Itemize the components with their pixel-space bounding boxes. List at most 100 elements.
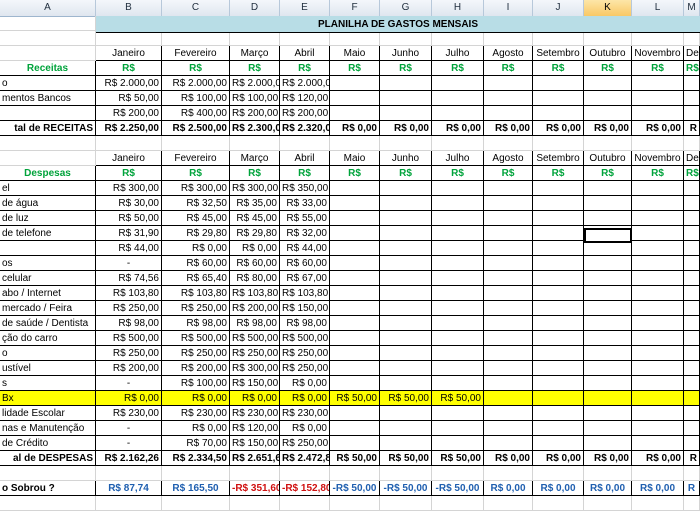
despesa-empty[interactable] xyxy=(684,436,700,451)
receita-empty[interactable] xyxy=(484,91,533,106)
despesa-empty[interactable] xyxy=(432,346,484,361)
despesa-empty[interactable] xyxy=(380,226,432,241)
despesa-value[interactable]: R$ 300,00 xyxy=(230,181,280,196)
despesa-label[interactable]: os xyxy=(0,256,96,271)
despesa-empty[interactable] xyxy=(432,256,484,271)
despesa-empty[interactable] xyxy=(584,211,632,226)
receitas-total[interactable]: R$ 2.300,00 xyxy=(230,121,280,136)
receita-empty[interactable] xyxy=(432,106,484,121)
despesa-empty[interactable] xyxy=(684,256,700,271)
despesa-value[interactable]: R$ 250,00 xyxy=(230,346,280,361)
despesa-empty[interactable] xyxy=(632,271,684,286)
month-header[interactable]: De xyxy=(684,46,700,61)
month-header[interactable]: De xyxy=(684,151,700,166)
despesa-empty[interactable] xyxy=(330,316,380,331)
despesas-total[interactable]: R$ 2.472,80 xyxy=(280,451,330,466)
sobrou-value[interactable]: R$ 0,00 xyxy=(584,481,632,496)
despesa-value[interactable]: - xyxy=(96,436,162,451)
despesa-label[interactable]: lidade Escolar xyxy=(0,406,96,421)
receita-value[interactable]: R$ 200,00 xyxy=(96,106,162,121)
receita-empty[interactable] xyxy=(533,106,584,121)
despesa-value[interactable]: R$ 500,00 xyxy=(230,331,280,346)
despesa-value[interactable]: - xyxy=(96,421,162,436)
receita-empty[interactable] xyxy=(684,106,700,121)
despesa-empty[interactable] xyxy=(330,361,380,376)
sobrou-value[interactable]: -R$ 50,00 xyxy=(432,481,484,496)
despesa-empty[interactable] xyxy=(684,226,700,241)
month-header[interactable]: Agosto xyxy=(484,46,533,61)
despesa-empty[interactable] xyxy=(684,271,700,286)
despesa-value[interactable]: R$ 55,00 xyxy=(280,211,330,226)
receita-empty[interactable] xyxy=(584,76,632,91)
receita-empty[interactable] xyxy=(533,76,584,91)
active-cell-cursor[interactable] xyxy=(584,228,632,243)
despesa-empty[interactable] xyxy=(533,346,584,361)
column-header-e[interactable]: E xyxy=(280,0,330,16)
receitas-total[interactable]: R$ 2.320,00 xyxy=(280,121,330,136)
despesa-value[interactable]: R$ 200,00 xyxy=(162,361,230,376)
despesa-empty[interactable] xyxy=(330,181,380,196)
despesa-empty[interactable] xyxy=(484,241,533,256)
column-header-d[interactable]: D xyxy=(230,0,280,16)
despesa-label[interactable]: celular xyxy=(0,271,96,286)
despesa-value[interactable]: R$ 500,00 xyxy=(280,331,330,346)
despesa-empty[interactable] xyxy=(584,391,632,406)
despesa-value[interactable]: R$ 200,00 xyxy=(96,361,162,376)
despesa-empty[interactable] xyxy=(330,301,380,316)
despesa-empty[interactable] xyxy=(533,331,584,346)
despesas-total[interactable]: R$ 0,00 xyxy=(584,451,632,466)
despesa-label[interactable]: de Crédito xyxy=(0,436,96,451)
despesa-label[interactable]: mercado / Feira xyxy=(0,301,96,316)
month-header[interactable]: Junho xyxy=(380,151,432,166)
receita-empty[interactable] xyxy=(632,76,684,91)
column-header-a[interactable]: A xyxy=(0,0,96,16)
despesa-empty[interactable] xyxy=(380,346,432,361)
despesa-value[interactable]: R$ 32,00 xyxy=(280,226,330,241)
despesa-value[interactable]: R$ 300,00 xyxy=(96,181,162,196)
despesa-value[interactable]: R$ 150,00 xyxy=(230,376,280,391)
despesa-value[interactable]: R$ 150,00 xyxy=(280,301,330,316)
currency-header[interactable]: R$ xyxy=(533,61,584,76)
despesa-value[interactable]: R$ 0,00 xyxy=(280,421,330,436)
month-header[interactable]: Junho xyxy=(380,46,432,61)
despesa-empty[interactable] xyxy=(632,376,684,391)
despesa-empty[interactable] xyxy=(432,376,484,391)
column-header-l[interactable]: L xyxy=(632,0,684,16)
despesa-empty[interactable] xyxy=(484,406,533,421)
despesa-value[interactable]: - xyxy=(96,256,162,271)
currency-header[interactable]: R$ xyxy=(380,166,432,181)
despesas-total[interactable]: R$ 50,00 xyxy=(330,451,380,466)
month-header[interactable]: Julho xyxy=(432,46,484,61)
receita-empty[interactable] xyxy=(584,106,632,121)
despesa-value[interactable]: R$ 230,00 xyxy=(96,406,162,421)
sobrou-value[interactable]: -R$ 50,00 xyxy=(380,481,432,496)
receitas-heading[interactable]: Receitas xyxy=(0,61,96,76)
currency-header[interactable]: R$ xyxy=(280,166,330,181)
despesa-empty[interactable] xyxy=(584,406,632,421)
despesa-value[interactable]: R$ 50,00 xyxy=(432,391,484,406)
despesa-empty[interactable] xyxy=(380,181,432,196)
despesa-label[interactable]: o xyxy=(0,346,96,361)
receita-value[interactable]: R$ 400,00 xyxy=(162,106,230,121)
despesa-empty[interactable] xyxy=(432,211,484,226)
column-header-b[interactable]: B xyxy=(96,0,162,16)
sobrou-value[interactable]: -R$ 50,00 xyxy=(330,481,380,496)
despesa-value[interactable]: R$ 103,80 xyxy=(96,286,162,301)
despesa-empty[interactable] xyxy=(330,256,380,271)
despesa-empty[interactable] xyxy=(684,211,700,226)
despesa-empty[interactable] xyxy=(432,286,484,301)
sobrou-value[interactable]: -R$ 152,80 xyxy=(280,481,330,496)
column-header-k[interactable]: K xyxy=(584,0,632,16)
despesa-empty[interactable] xyxy=(584,361,632,376)
despesa-empty[interactable] xyxy=(380,241,432,256)
despesas-total[interactable]: R$ 50,00 xyxy=(432,451,484,466)
despesa-empty[interactable] xyxy=(380,316,432,331)
sobrou-value[interactable]: R$ 87,74 xyxy=(96,481,162,496)
despesa-value[interactable]: R$ 500,00 xyxy=(96,331,162,346)
despesa-value[interactable]: R$ 30,00 xyxy=(96,196,162,211)
despesa-empty[interactable] xyxy=(684,331,700,346)
despesa-value[interactable]: R$ 0,00 xyxy=(162,391,230,406)
despesa-value[interactable]: R$ 250,00 xyxy=(280,436,330,451)
despesa-empty[interactable] xyxy=(330,196,380,211)
despesa-label[interactable]: de água xyxy=(0,196,96,211)
